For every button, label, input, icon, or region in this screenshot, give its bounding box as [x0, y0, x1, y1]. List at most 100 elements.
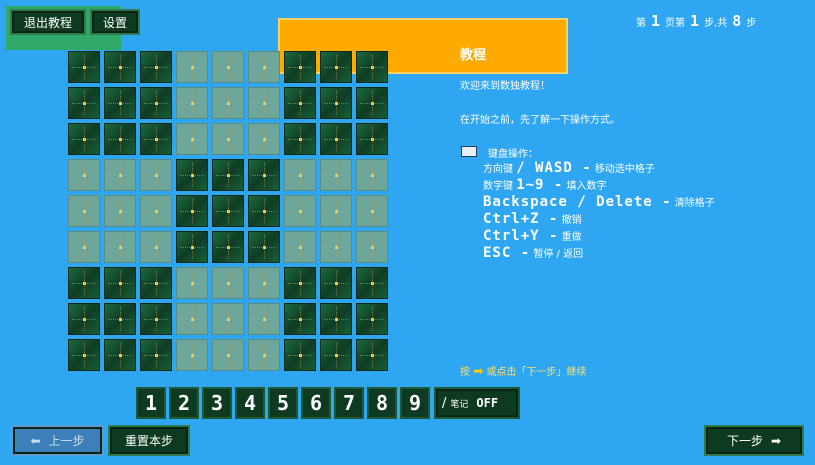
- grid-cell[interactable]: [284, 339, 316, 371]
- grid-cell[interactable]: [176, 267, 208, 299]
- grid-cell[interactable]: [284, 231, 316, 263]
- grid-cell[interactable]: [284, 159, 316, 191]
- grid-cell[interactable]: [176, 51, 208, 83]
- grid-cell[interactable]: [68, 195, 100, 227]
- grid-cell[interactable]: [248, 123, 280, 155]
- number-button-5[interactable]: 5: [268, 387, 298, 419]
- grid-cell[interactable]: [320, 195, 352, 227]
- cell-center-marker: [371, 66, 374, 69]
- grid-cell[interactable]: [320, 267, 352, 299]
- grid-cell[interactable]: [356, 267, 388, 299]
- grid-cell[interactable]: [356, 339, 388, 371]
- grid-cell[interactable]: [356, 123, 388, 155]
- number-button-1[interactable]: 1: [136, 387, 166, 419]
- grid-cell[interactable]: [104, 303, 136, 335]
- grid-cell[interactable]: [140, 267, 172, 299]
- grid-cell[interactable]: [320, 51, 352, 83]
- grid-cell[interactable]: [104, 267, 136, 299]
- grid-cell[interactable]: [176, 159, 208, 191]
- grid-cell[interactable]: [176, 195, 208, 227]
- grid-cell[interactable]: [68, 303, 100, 335]
- grid-cell[interactable]: [284, 195, 316, 227]
- grid-cell[interactable]: [212, 267, 244, 299]
- grid-cell[interactable]: [176, 339, 208, 371]
- previous-step-button[interactable]: ⬅ 上一步: [11, 425, 104, 456]
- grid-cell[interactable]: [212, 303, 244, 335]
- grid-cell[interactable]: [248, 159, 280, 191]
- reset-step-button[interactable]: 重置本步: [108, 425, 190, 456]
- grid-cell[interactable]: [356, 303, 388, 335]
- grid-cell[interactable]: [140, 195, 172, 227]
- grid-cell[interactable]: [68, 51, 100, 83]
- grid-cell[interactable]: [284, 303, 316, 335]
- grid-cell[interactable]: [104, 339, 136, 371]
- grid-cell[interactable]: [68, 123, 100, 155]
- grid-cell[interactable]: [140, 123, 172, 155]
- number-button-8[interactable]: 8: [367, 387, 397, 419]
- grid-cell[interactable]: [104, 159, 136, 191]
- grid-cell[interactable]: [176, 231, 208, 263]
- grid-cell[interactable]: [212, 123, 244, 155]
- exit-tutorial-button[interactable]: 退出教程: [10, 9, 86, 35]
- grid-cell[interactable]: [284, 51, 316, 83]
- grid-cell[interactable]: [320, 159, 352, 191]
- grid-cell[interactable]: [320, 303, 352, 335]
- grid-cell[interactable]: [140, 231, 172, 263]
- grid-cell[interactable]: [356, 231, 388, 263]
- grid-cell[interactable]: [68, 267, 100, 299]
- grid-cell[interactable]: [248, 339, 280, 371]
- grid-cell[interactable]: [284, 267, 316, 299]
- grid-cell[interactable]: [320, 123, 352, 155]
- grid-cell[interactable]: [212, 87, 244, 119]
- grid-cell[interactable]: [248, 51, 280, 83]
- grid-cell[interactable]: [248, 231, 280, 263]
- number-button-2[interactable]: 2: [169, 387, 199, 419]
- grid-cell[interactable]: [140, 159, 172, 191]
- grid-cell[interactable]: [140, 339, 172, 371]
- grid-cell[interactable]: [104, 51, 136, 83]
- grid-cell[interactable]: [356, 195, 388, 227]
- grid-cell[interactable]: [68, 87, 100, 119]
- grid-cell[interactable]: [68, 339, 100, 371]
- cell-center-marker: [371, 246, 374, 249]
- number-button-9[interactable]: 9: [400, 387, 430, 419]
- grid-cell[interactable]: [212, 231, 244, 263]
- grid-cell[interactable]: [104, 231, 136, 263]
- number-button-3[interactable]: 3: [202, 387, 232, 419]
- grid-cell[interactable]: [176, 303, 208, 335]
- number-button-7[interactable]: 7: [334, 387, 364, 419]
- grid-cell[interactable]: [320, 339, 352, 371]
- control-desc: 移动选中格子: [594, 164, 655, 175]
- grid-cell[interactable]: [320, 231, 352, 263]
- grid-cell[interactable]: [140, 51, 172, 83]
- note-toggle-button[interactable]: / 笔记 OFF: [434, 387, 520, 419]
- grid-cell[interactable]: [284, 123, 316, 155]
- grid-cell[interactable]: [68, 231, 100, 263]
- grid-cell[interactable]: [284, 87, 316, 119]
- grid-cell[interactable]: [356, 159, 388, 191]
- grid-cell[interactable]: [104, 195, 136, 227]
- grid-cell[interactable]: [104, 87, 136, 119]
- number-button-4[interactable]: 4: [235, 387, 265, 419]
- grid-cell[interactable]: [212, 51, 244, 83]
- grid-cell[interactable]: [320, 87, 352, 119]
- grid-cell[interactable]: [248, 267, 280, 299]
- grid-cell[interactable]: [248, 87, 280, 119]
- cell-center-marker: [335, 282, 338, 285]
- next-step-button[interactable]: 下一步 ➡: [704, 425, 804, 456]
- grid-cell[interactable]: [140, 87, 172, 119]
- grid-cell[interactable]: [248, 195, 280, 227]
- number-button-6[interactable]: 6: [301, 387, 331, 419]
- grid-cell[interactable]: [248, 303, 280, 335]
- grid-cell[interactable]: [356, 51, 388, 83]
- grid-cell[interactable]: [104, 123, 136, 155]
- grid-cell[interactable]: [356, 87, 388, 119]
- settings-button[interactable]: 设置: [90, 9, 140, 35]
- grid-cell[interactable]: [212, 195, 244, 227]
- grid-cell[interactable]: [212, 339, 244, 371]
- grid-cell[interactable]: [68, 159, 100, 191]
- grid-cell[interactable]: [212, 159, 244, 191]
- grid-cell[interactable]: [176, 87, 208, 119]
- grid-cell[interactable]: [140, 303, 172, 335]
- grid-cell[interactable]: [176, 123, 208, 155]
